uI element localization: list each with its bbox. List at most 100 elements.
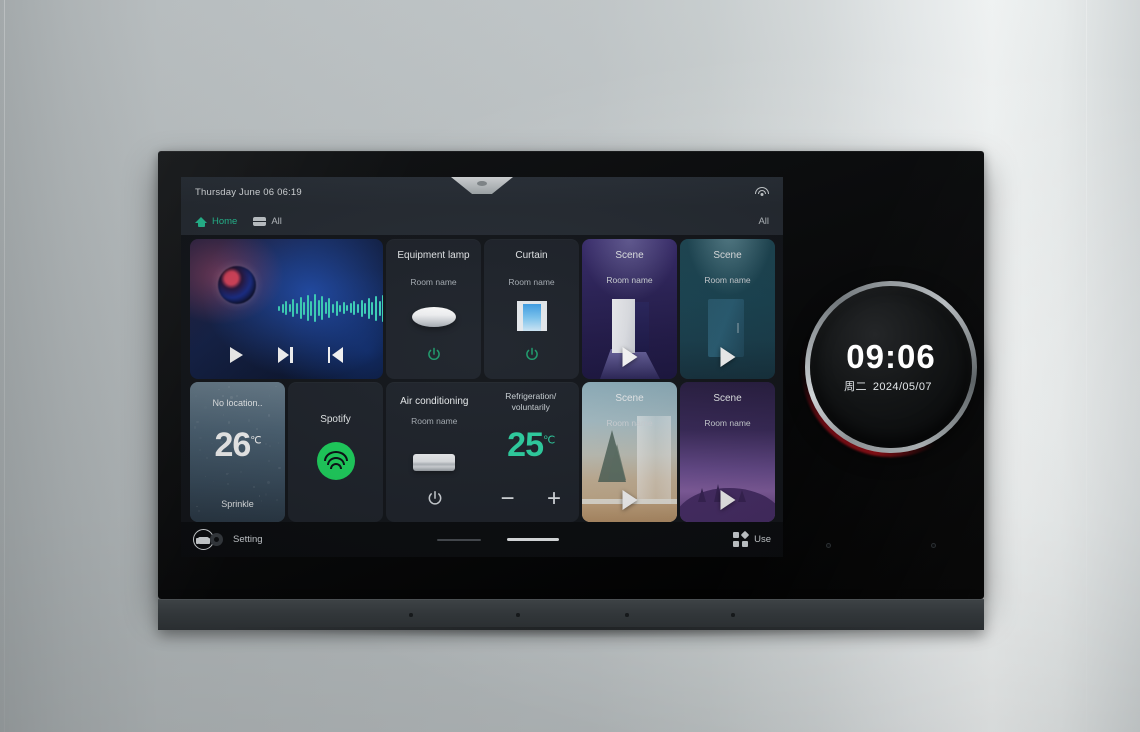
gear-icon bbox=[210, 533, 223, 546]
scene-tile-2[interactable]: Scene Room name bbox=[680, 239, 775, 379]
status-datetime: Thursday June 06 06:19 bbox=[195, 186, 302, 198]
device-shadow bbox=[150, 627, 992, 643]
curtain-power-button[interactable] bbox=[523, 346, 540, 363]
apps-grid-icon bbox=[733, 530, 750, 547]
clock-date: 周二 2024/05/07 bbox=[844, 378, 938, 394]
wall-seam bbox=[1086, 0, 1087, 732]
clock-face: 09:06 周二 2024/05/07 bbox=[810, 286, 972, 448]
spotify-tile[interactable]: Spotify bbox=[288, 382, 383, 522]
clock-date-value: 2024/05/07 bbox=[872, 381, 932, 393]
nav-all-label: All bbox=[271, 215, 282, 227]
clock-weekday: 周二 bbox=[844, 381, 867, 393]
strip-dot bbox=[625, 613, 629, 617]
nav-item-all[interactable]: All bbox=[253, 216, 282, 227]
camera-lens-icon bbox=[477, 181, 487, 186]
tree-icon bbox=[608, 444, 626, 480]
curtain-tile[interactable]: Curtain Room name bbox=[484, 239, 579, 379]
open-door-icon bbox=[612, 299, 635, 353]
ac-temp-value: 25 bbox=[507, 426, 544, 464]
scene-tile-4[interactable]: Scene Room name bbox=[680, 382, 775, 522]
sheer-curtain bbox=[637, 416, 671, 508]
wifi-icon bbox=[755, 186, 769, 198]
ac-temp-increase-button[interactable]: + bbox=[547, 487, 561, 511]
nav-filter-all[interactable]: All bbox=[758, 216, 769, 227]
play-icon[interactable] bbox=[622, 490, 637, 510]
spotify-icon[interactable] bbox=[316, 442, 355, 480]
equipment-lamp-tile[interactable]: Equipment lamp Room name bbox=[386, 239, 481, 379]
scene-subtitle: Room name bbox=[704, 418, 751, 428]
page-indicator-active[interactable] bbox=[506, 538, 559, 541]
ac-control-right: Refrigeration/ voluntarily 25℃ − + bbox=[483, 382, 580, 522]
sensor-dot bbox=[826, 543, 831, 548]
play-icon[interactable] bbox=[229, 347, 243, 363]
strip-dot bbox=[409, 613, 413, 617]
smart-home-panel-device: Thursday June 06 06:19 Home All All Equi… bbox=[150, 151, 992, 643]
ac-temp-decrease-button[interactable]: − bbox=[501, 487, 515, 511]
ac-power-button[interactable] bbox=[426, 489, 443, 506]
rooms-icon bbox=[253, 216, 267, 227]
weather-temperature: 26℃ bbox=[190, 426, 285, 465]
curtain-icon bbox=[516, 301, 547, 331]
scene-subtitle: Room name bbox=[606, 418, 653, 428]
clock-metal-bezel: 09:06 周二 2024/05/07 bbox=[805, 281, 977, 453]
scene-title: Scene bbox=[615, 250, 644, 261]
play-icon[interactable] bbox=[720, 490, 735, 510]
play-icon[interactable] bbox=[622, 347, 637, 367]
spotify-title: Spotify bbox=[320, 414, 351, 425]
audio-waveform-icon bbox=[278, 291, 383, 325]
setting-label: Setting bbox=[233, 534, 263, 545]
lamp-power-button[interactable] bbox=[425, 346, 442, 363]
lamp-title: Equipment lamp bbox=[397, 250, 470, 261]
bottom-dock: Setting Use bbox=[181, 522, 783, 557]
air-conditioning-tile[interactable]: Air conditioning Room name Refrigeration… bbox=[386, 382, 579, 522]
ac-mode-label: Refrigeration/ voluntarily bbox=[505, 391, 557, 412]
sensor-dot bbox=[931, 543, 936, 548]
use-button[interactable]: Use bbox=[733, 530, 771, 547]
scene-subtitle: Room name bbox=[704, 275, 751, 285]
curtain-subtitle: Room name bbox=[508, 277, 555, 287]
tree-icon bbox=[738, 490, 746, 502]
music-controls bbox=[190, 347, 383, 363]
home-icon bbox=[195, 215, 207, 227]
ceiling-lamp-icon bbox=[411, 307, 456, 327]
tree-icon bbox=[698, 488, 706, 502]
ac-temp-unit: ℃ bbox=[542, 434, 555, 447]
ac-control-left: Air conditioning Room name bbox=[386, 382, 483, 522]
ac-temperature: 25℃ bbox=[483, 426, 580, 465]
lamp-subtitle: Room name bbox=[410, 277, 457, 287]
scene-title: Scene bbox=[713, 250, 742, 261]
round-clock-module[interactable]: 09:06 周二 2024/05/07 bbox=[801, 277, 981, 457]
scene-tile-3[interactable]: Scene Room name bbox=[582, 382, 677, 522]
nav-home-label: Home bbox=[212, 215, 238, 227]
scene-doorway bbox=[635, 302, 649, 352]
weather-condition: Sprinkle bbox=[221, 499, 254, 509]
play-icon[interactable] bbox=[720, 347, 735, 367]
weather-temp-unit: ℃ bbox=[250, 435, 261, 447]
ac-title: Air conditioning bbox=[400, 396, 469, 407]
panel-screen: Thursday June 06 06:19 Home All All Equi… bbox=[181, 177, 783, 557]
nav-bar: Home All All bbox=[181, 207, 783, 235]
curtain-title: Curtain bbox=[515, 250, 548, 261]
nav-item-home[interactable]: Home bbox=[195, 215, 237, 227]
scene-tile-1[interactable]: Scene Room name bbox=[582, 239, 677, 379]
setting-button[interactable]: Setting bbox=[193, 529, 263, 550]
clock-time: 09:06 bbox=[846, 338, 936, 375]
scene-title: Scene bbox=[615, 393, 644, 404]
weather-location: No location.. bbox=[212, 398, 263, 408]
weather-tile[interactable]: No location.. 26℃ Sprinkle bbox=[190, 382, 285, 522]
album-art-image bbox=[218, 266, 256, 304]
album-art bbox=[210, 258, 264, 312]
ac-subtitle: Room name bbox=[411, 416, 458, 426]
previous-track-icon[interactable] bbox=[328, 347, 343, 363]
page-indicator-inactive[interactable] bbox=[436, 538, 481, 541]
widget-grid: Equipment lamp Room name Curtain Room na… bbox=[190, 239, 775, 522]
scene-subtitle: Room name bbox=[606, 275, 653, 285]
weather-temp-value: 26 bbox=[214, 426, 251, 464]
device-bottom-strip bbox=[158, 599, 984, 630]
page-indicator bbox=[436, 538, 559, 541]
wall-seam bbox=[4, 0, 5, 732]
scene-title: Scene bbox=[713, 393, 742, 404]
music-player-tile[interactable] bbox=[190, 239, 383, 379]
next-track-icon[interactable] bbox=[277, 347, 293, 363]
use-label: Use bbox=[754, 534, 771, 545]
